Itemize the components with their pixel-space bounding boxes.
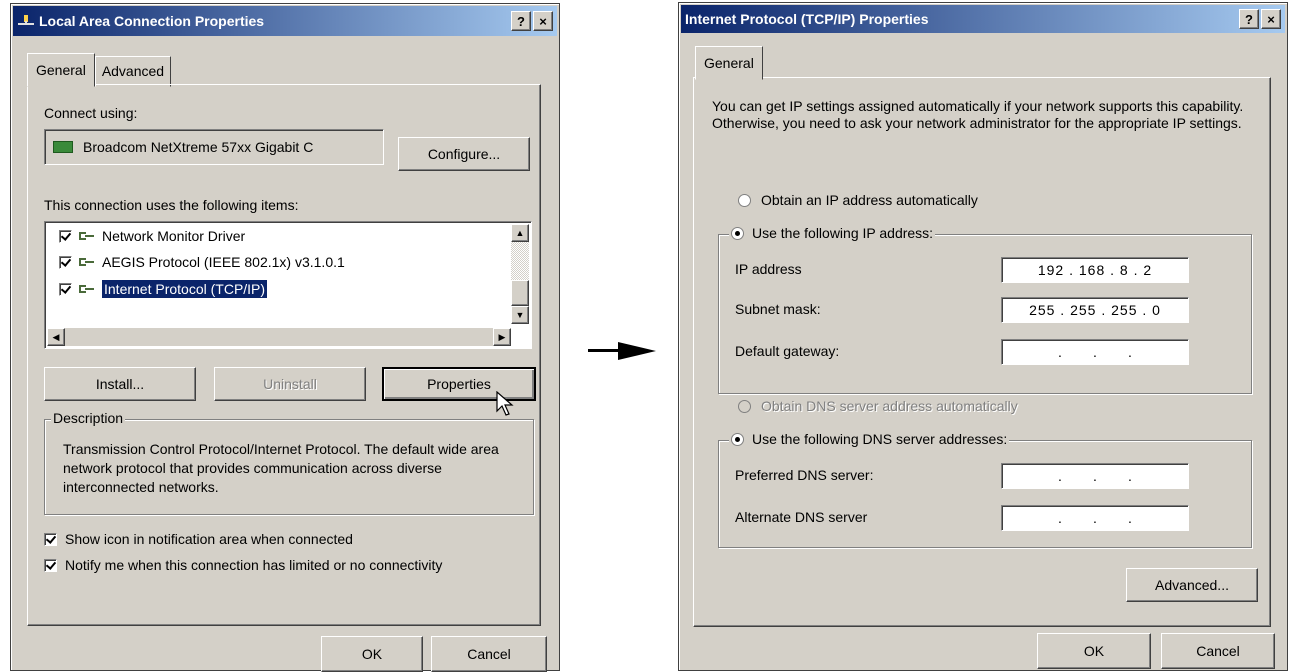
show-icon-label: Show icon in notification area when conn… bbox=[65, 531, 353, 547]
dns-group: Use the following DNS server addresses: … bbox=[718, 431, 1252, 548]
general-tab-panel: Connect using: Broadcom NetXtreme 57xx G… bbox=[27, 84, 541, 626]
subnet-mask-label: Subnet mask: bbox=[735, 301, 821, 317]
help-button[interactable]: ? bbox=[1239, 9, 1259, 29]
item-checkbox[interactable] bbox=[59, 282, 72, 296]
local-area-connection-dialog: Local Area Connection Properties ? × Gen… bbox=[10, 3, 560, 672]
network-protocol-icon bbox=[78, 283, 96, 295]
notify-checkbox[interactable] bbox=[44, 558, 57, 572]
notify-option[interactable]: Notify me when this connection has limit… bbox=[44, 557, 442, 573]
gateway-input[interactable]: . . . bbox=[1001, 339, 1189, 365]
item-label-selected: Internet Protocol (TCP/IP) bbox=[100, 279, 269, 299]
vertical-scrollbar[interactable]: ▲ ▼ bbox=[511, 224, 529, 324]
ip-address-group: Use the following IP address: IP address… bbox=[718, 225, 1252, 394]
ok-button[interactable]: OK bbox=[321, 636, 423, 672]
network-adapter-icon bbox=[53, 141, 73, 153]
advanced-button[interactable]: Advanced... bbox=[1126, 568, 1258, 602]
alternate-dns-input[interactable]: . . . bbox=[1001, 505, 1189, 531]
gateway-label: Default gateway: bbox=[735, 343, 840, 359]
use-following-ip-label: Use the following IP address: bbox=[752, 225, 934, 241]
mouse-cursor-icon bbox=[496, 390, 514, 420]
list-item[interactable]: AEGIS Protocol (IEEE 802.1x) v3.1.0.1 bbox=[59, 254, 345, 270]
description-text: Transmission Control Protocol/Internet P… bbox=[63, 441, 499, 495]
general-tab-panel: You can get IP settings assigned automat… bbox=[693, 77, 1271, 627]
description-group: Description Transmission Control Protoco… bbox=[44, 410, 534, 515]
ip-address-label: IP address bbox=[735, 261, 802, 277]
tab-general[interactable]: General bbox=[695, 46, 763, 80]
scroll-right-icon[interactable]: ▶ bbox=[493, 328, 511, 346]
scroll-left-icon[interactable]: ◀ bbox=[47, 328, 65, 346]
adapter-name-field: Broadcom NetXtreme 57xx Gigabit C bbox=[44, 129, 384, 165]
show-icon-checkbox[interactable] bbox=[44, 532, 57, 546]
use-following-ip-radio[interactable] bbox=[731, 226, 744, 240]
tab-general[interactable]: General bbox=[27, 53, 95, 87]
list-item[interactable]: Internet Protocol (TCP/IP) bbox=[59, 279, 269, 299]
item-checkbox[interactable] bbox=[59, 229, 72, 243]
use-following-dns-option[interactable]: Use the following DNS server addresses: bbox=[729, 431, 1010, 447]
horizontal-scrollbar[interactable]: ◀ ▶ bbox=[47, 328, 511, 346]
preferred-dns-input[interactable]: . . . bbox=[1001, 463, 1189, 489]
use-following-ip-option[interactable]: Use the following IP address: bbox=[729, 225, 936, 241]
description-legend: Description bbox=[51, 410, 126, 426]
obtain-ip-auto-label: Obtain an IP address automatically bbox=[761, 192, 978, 208]
network-service-icon bbox=[78, 230, 96, 242]
cancel-button[interactable]: Cancel bbox=[1161, 633, 1275, 669]
tab-advanced[interactable]: Advanced bbox=[94, 56, 172, 87]
subnet-mask-input[interactable]: 255 . 255 . 255 . 0 bbox=[1001, 297, 1189, 323]
configure-button[interactable]: Configure... bbox=[398, 137, 530, 171]
obtain-dns-auto-label: Obtain DNS server address automatically bbox=[761, 398, 1018, 414]
cancel-button[interactable]: Cancel bbox=[431, 636, 547, 672]
close-button[interactable]: × bbox=[533, 11, 553, 31]
show-icon-option[interactable]: Show icon in notification area when conn… bbox=[44, 531, 353, 547]
scroll-down-icon[interactable]: ▼ bbox=[511, 306, 529, 324]
use-following-dns-label: Use the following DNS server addresses: bbox=[752, 431, 1008, 447]
list-item[interactable]: Network Monitor Driver bbox=[59, 228, 245, 244]
intro-text: You can get IP settings assigned automat… bbox=[712, 98, 1244, 131]
help-button[interactable]: ? bbox=[511, 11, 531, 31]
install-button[interactable]: Install... bbox=[44, 367, 196, 401]
network-protocol-icon bbox=[78, 256, 96, 268]
use-following-dns-radio[interactable] bbox=[731, 432, 744, 446]
item-checkbox[interactable] bbox=[59, 255, 72, 269]
obtain-dns-auto-option[interactable]: Obtain DNS server address automatically bbox=[738, 398, 1018, 414]
obtain-dns-auto-radio[interactable] bbox=[738, 399, 751, 413]
connect-using-label: Connect using: bbox=[44, 105, 138, 121]
scroll-up-icon[interactable]: ▲ bbox=[511, 224, 529, 242]
close-button[interactable]: × bbox=[1261, 9, 1281, 29]
uninstall-button[interactable]: Uninstall bbox=[214, 367, 366, 401]
notify-label: Notify me when this connection has limit… bbox=[65, 557, 443, 573]
scroll-thumb[interactable] bbox=[511, 280, 529, 306]
ip-address-input[interactable]: 192 . 168 . 8 . 2 bbox=[1001, 257, 1189, 283]
obtain-ip-auto-option[interactable]: Obtain an IP address automatically bbox=[738, 192, 978, 208]
tcpip-properties-dialog: Internet Protocol (TCP/IP) Properties ? … bbox=[678, 2, 1288, 671]
preferred-dns-label: Preferred DNS server: bbox=[735, 467, 874, 483]
dialog-title: Internet Protocol (TCP/IP) Properties bbox=[685, 11, 929, 27]
components-list: Network Monitor Driver AEGIS Protocol (I… bbox=[44, 221, 532, 349]
title-bar[interactable]: Internet Protocol (TCP/IP) Properties ? … bbox=[681, 5, 1285, 33]
dialog-title: Local Area Connection Properties bbox=[39, 13, 265, 29]
alternate-dns-label: Alternate DNS server bbox=[735, 509, 868, 525]
title-bar[interactable]: Local Area Connection Properties ? × bbox=[13, 6, 557, 36]
network-connection-icon bbox=[17, 13, 35, 29]
adapter-name: Broadcom NetXtreme 57xx Gigabit C bbox=[83, 139, 314, 155]
ok-button[interactable]: OK bbox=[1037, 633, 1151, 669]
item-label: AEGIS Protocol (IEEE 802.1x) v3.1.0.1 bbox=[102, 254, 345, 270]
right-arrow-icon bbox=[588, 340, 658, 365]
item-label: Network Monitor Driver bbox=[102, 228, 246, 244]
obtain-ip-auto-radio[interactable] bbox=[738, 193, 751, 207]
items-label: This connection uses the following items… bbox=[44, 197, 299, 213]
